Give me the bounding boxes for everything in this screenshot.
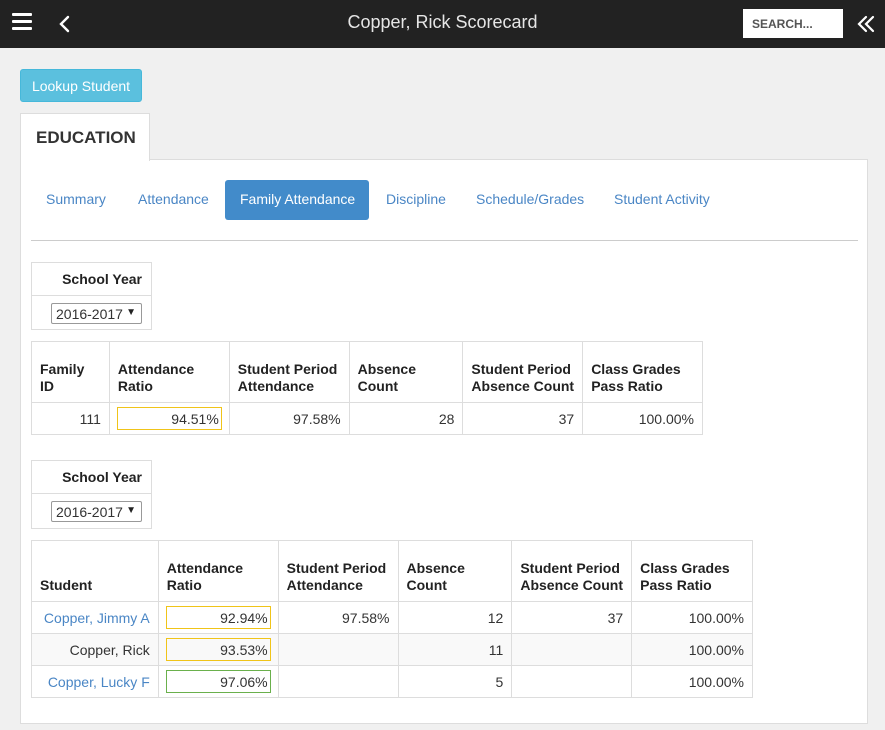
family-attendance-table: Family ID Attendance Ratio Student Perio… xyxy=(31,341,703,435)
col-absence-count[interactable]: Absence Count xyxy=(348,341,464,403)
col-student-period-absence-count[interactable]: Student Period Absence Count xyxy=(511,540,633,602)
col-family-id[interactable]: Family ID xyxy=(31,341,110,403)
col-class-grades-pass-ratio[interactable]: Class Grades Pass Ratio xyxy=(582,341,703,403)
tab-education[interactable]: EDUCATION xyxy=(20,113,150,161)
col-absence-count[interactable]: Absence Count xyxy=(397,540,513,602)
table-row: Copper, Rick 93.53% 11 100.00% xyxy=(31,633,753,666)
school-year-select[interactable]: 2016-2017 ▼ xyxy=(51,303,142,324)
tab-divider xyxy=(31,240,858,241)
tab-discipline[interactable]: Discipline xyxy=(371,180,461,220)
student-period-absence-count-cell xyxy=(511,633,633,666)
student-link-jimmy[interactable]: Copper, Jimmy A xyxy=(31,601,159,634)
student-link-lucky[interactable]: Copper, Lucky F xyxy=(31,665,159,698)
table-row: Copper, Lucky F 97.06% 5 100.00% xyxy=(31,665,753,698)
tab-attendance[interactable]: Attendance xyxy=(123,180,224,220)
table-header-row: Family ID Attendance Ratio Student Perio… xyxy=(31,341,703,403)
student-period-absence-count-cell: 37 xyxy=(462,402,584,435)
school-year-label: School Year xyxy=(32,263,151,296)
tab-education-label: EDUCATION xyxy=(36,128,136,147)
attendance-ratio-cell: 93.53% xyxy=(165,638,271,661)
lookup-student-button[interactable]: Lookup Student xyxy=(20,69,142,102)
absence-count-cell: 12 xyxy=(397,601,513,634)
student-name-rick: Copper, Rick xyxy=(31,633,159,666)
student-period-attendance-cell: 97.58% xyxy=(228,402,350,435)
col-student[interactable]: Student xyxy=(31,540,159,602)
student-period-attendance-cell xyxy=(277,665,399,698)
class-grades-pass-ratio-cell: 100.00% xyxy=(582,402,703,435)
top-bar: Copper, Rick Scorecard xyxy=(0,0,885,48)
student-period-attendance-cell xyxy=(277,633,399,666)
absence-count-cell: 11 xyxy=(397,633,513,666)
tab-summary[interactable]: Summary xyxy=(31,180,121,220)
school-year-select[interactable]: 2016-2017 ▼ xyxy=(51,501,142,522)
student-attendance-table: Student Attendance Ratio Student Period … xyxy=(31,540,753,698)
class-grades-pass-ratio-cell: 100.00% xyxy=(631,665,753,698)
absence-count-cell: 5 xyxy=(397,665,513,698)
school-year-label: School Year xyxy=(32,461,151,494)
col-student-period-attendance[interactable]: Student Period Attendance xyxy=(277,540,399,602)
chevron-left-icon[interactable] xyxy=(55,10,75,38)
tab-schedule-grades[interactable]: Schedule/Grades xyxy=(461,180,599,220)
student-period-attendance-cell: 97.58% xyxy=(277,601,399,634)
absence-count-cell: 28 xyxy=(348,402,464,435)
tab-student-activity[interactable]: Student Activity xyxy=(599,180,725,220)
col-class-grades-pass-ratio[interactable]: Class Grades Pass Ratio xyxy=(631,540,753,602)
student-period-absence-count-cell xyxy=(511,665,633,698)
tab-family-attendance[interactable]: Family Attendance xyxy=(225,180,369,220)
school-year-value: 2016-2017 xyxy=(56,306,123,322)
col-attendance-ratio[interactable]: Attendance Ratio xyxy=(157,540,279,602)
family-school-year-filter: School Year 2016-2017 ▼ xyxy=(31,262,152,330)
school-year-value: 2016-2017 xyxy=(56,504,123,520)
attendance-ratio-cell: 97.06% xyxy=(165,670,271,693)
class-grades-pass-ratio-cell: 100.00% xyxy=(631,601,753,634)
hamburger-icon[interactable] xyxy=(12,13,32,35)
student-period-absence-count-cell: 37 xyxy=(511,601,633,634)
table-row: Copper, Jimmy A 92.94% 97.58% 12 37 100.… xyxy=(31,601,753,634)
double-chevron-left-icon[interactable] xyxy=(855,12,877,36)
family-id-cell: 111 xyxy=(31,402,110,435)
attendance-ratio-cell: 94.51% xyxy=(116,407,222,430)
caret-down-icon: ▼ xyxy=(126,307,136,318)
col-student-period-attendance[interactable]: Student Period Attendance xyxy=(228,341,350,403)
table-row: 111 94.51% 97.58% 28 37 100.00% xyxy=(31,402,703,435)
col-student-period-absence-count[interactable]: Student Period Absence Count xyxy=(462,341,584,403)
search-input[interactable] xyxy=(743,9,843,38)
table-header-row: Student Attendance Ratio Student Period … xyxy=(31,540,753,602)
caret-down-icon: ▼ xyxy=(126,505,136,516)
student-school-year-filter: School Year 2016-2017 ▼ xyxy=(31,460,152,529)
col-attendance-ratio[interactable]: Attendance Ratio xyxy=(108,341,230,403)
class-grades-pass-ratio-cell: 100.00% xyxy=(631,633,753,666)
attendance-ratio-cell: 92.94% xyxy=(165,606,271,629)
